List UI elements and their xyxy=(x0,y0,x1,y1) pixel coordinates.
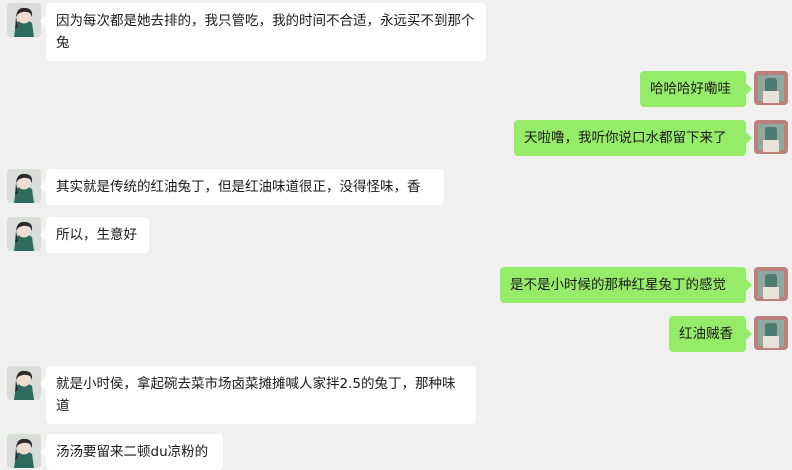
contact-avatar[interactable] xyxy=(7,3,41,37)
contact-avatar[interactable] xyxy=(7,366,41,400)
user-avatar[interactable] xyxy=(754,267,788,301)
outgoing-message-bubble[interactable]: 红油贼香 xyxy=(669,316,752,352)
contact-avatar-icon xyxy=(7,434,41,468)
contact-avatar-icon xyxy=(7,217,41,251)
incoming-message-bubble[interactable]: 其实就是传统的红油兔丁，但是红油味道很正，没得怪味，香 xyxy=(40,169,444,205)
contact-avatar[interactable] xyxy=(7,434,41,468)
contact-avatar[interactable] xyxy=(7,169,41,203)
outgoing-message-bubble[interactable]: 是不是小时候的那种红星兔丁的感觉 xyxy=(500,267,752,303)
outgoing-message-bubble[interactable]: 哈哈哈好嘞哇 xyxy=(640,71,752,107)
contact-avatar-icon xyxy=(7,366,41,400)
user-avatar[interactable] xyxy=(754,316,788,350)
contact-avatar-icon xyxy=(7,169,41,203)
user-avatar-icon xyxy=(754,267,788,301)
outgoing-message-bubble[interactable]: 天啦噜，我听你说口水都留下来了 xyxy=(514,120,752,156)
user-avatar[interactable] xyxy=(754,71,788,105)
incoming-message-bubble[interactable]: 汤汤要留来二顿du凉粉的 xyxy=(40,434,223,470)
incoming-message-bubble[interactable]: 所以，生意好 xyxy=(40,217,149,253)
contact-avatar-icon xyxy=(7,3,41,37)
user-avatar[interactable] xyxy=(754,120,788,154)
incoming-message-bubble[interactable]: 就是小时侯，拿起碗去菜市场卤菜摊摊喊人家拌2.5的兔丁，那种味道 xyxy=(40,366,476,424)
incoming-message-bubble[interactable]: 因为每次都是她去排的，我只管吃，我的时间不合适，永远买不到那个兔 xyxy=(40,3,486,61)
user-avatar-icon xyxy=(754,120,788,154)
user-avatar-icon xyxy=(754,71,788,105)
contact-avatar[interactable] xyxy=(7,217,41,251)
chat-message-list: 因为每次都是她去排的，我只管吃，我的时间不合适，永远买不到那个兔 哈哈哈好嘞哇 … xyxy=(0,0,792,470)
user-avatar-icon xyxy=(754,316,788,350)
